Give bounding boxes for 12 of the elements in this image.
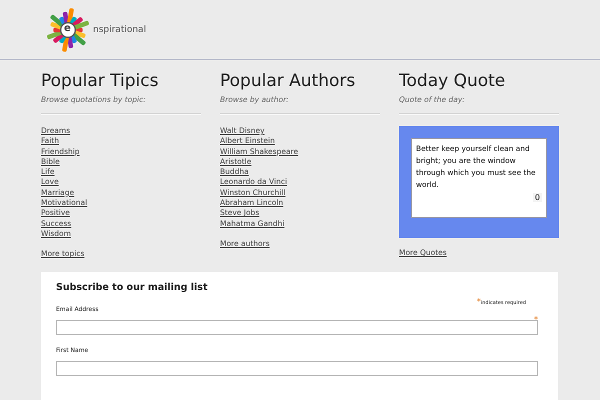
form-title: Subscribe to our mailing list — [56, 282, 208, 293]
input-field[interactable] — [56, 320, 538, 335]
logo-text: nspirational — [93, 24, 146, 34]
required-mark: * — [476, 296, 481, 306]
column-title: Popular Authors — [220, 70, 356, 92]
column-title: Popular Tipics — [41, 70, 158, 92]
required-mark: * — [534, 314, 538, 324]
logo-letter: e — [64, 22, 71, 36]
column-title: Today Quote — [399, 70, 506, 92]
vote-count: 0 — [532, 193, 542, 202]
logo-burst-icon — [46, 8, 90, 52]
input-field[interactable] — [56, 360, 538, 376]
